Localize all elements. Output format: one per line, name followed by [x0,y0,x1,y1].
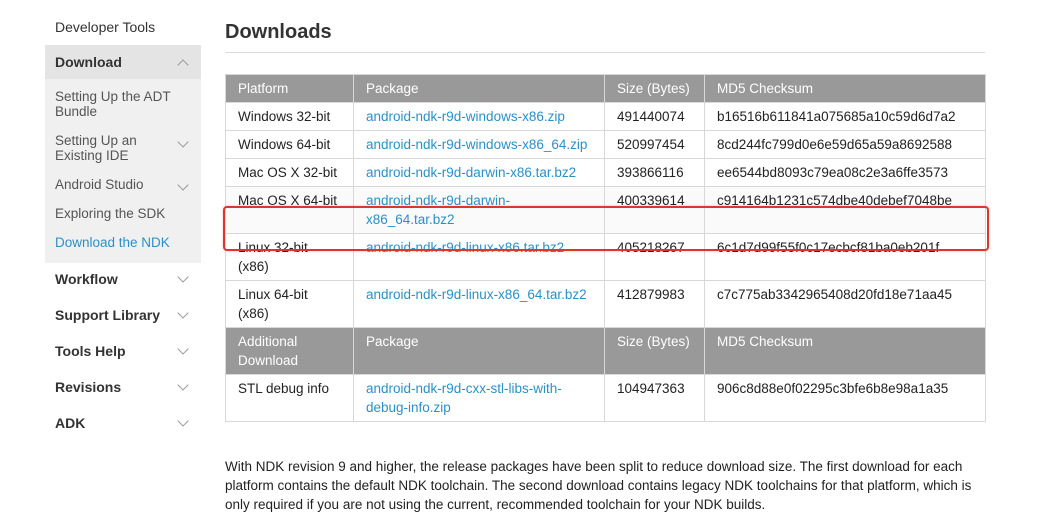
md5-cell: 906c8d88e0f02295c3bfe6b8e98a1a35 [704,374,986,422]
sidebar-item-tools-help[interactable]: Tools Help [45,336,201,368]
table-row: Linux 32-bit (x86) android-ndk-r9d-linux… [225,233,986,281]
sidebar-item-download[interactable]: Download [45,45,201,79]
column-header-size: Size (Bytes) [604,327,705,375]
chevron-down-icon[interactable] [177,379,189,391]
chevron-down-icon[interactable] [177,343,189,355]
table-row: STL debug info android-ndk-r9d-cxx-stl-l… [225,374,986,422]
column-header-platform: Platform [225,74,354,103]
table-row: Mac OS X 32-bit android-ndk-r9d-darwin-x… [225,158,986,187]
sidebar-nav: Developer Tools Download Setting Up the … [45,0,201,532]
sidebar-item-revisions[interactable]: Revisions [45,372,201,404]
sidebar-group-download: Download Setting Up the ADT Bundle Setti… [45,45,201,263]
table-header-row: Additional Download Package Size (Bytes)… [225,327,986,375]
sidebar-item-label: Revisions [55,379,122,395]
md5-cell: 6c1d7d99f55f0c17ecbcf81ba0eb201f [704,233,986,281]
release-note-text: With NDK revision 9 and higher, the rele… [225,459,972,512]
md5-cell: c914164b1231c574dbe40debef7048be [704,186,986,234]
table-row: Windows 32-bit android-ndk-r9d-windows-x… [225,102,986,131]
table-row: Linux 64-bit (x86) android-ndk-r9d-linux… [225,280,986,328]
title-divider [225,52,985,53]
platform-cell: Linux 64-bit (x86) [225,280,354,328]
sidebar-subitem-existing-ide[interactable]: Setting Up an Existing IDE [55,133,183,163]
column-header-additional-download: Additional Download [225,327,354,375]
package-link[interactable]: android-ndk-r9d-darwin-x86.tar.bz2 [353,158,605,187]
md5-cell: 8cd244fc799d0e6e59d65a59a8692588 [704,130,986,159]
size-cell: 104947363 [604,374,705,422]
column-header-md5: MD5 Checksum [704,327,986,375]
column-header-size: Size (Bytes) [604,74,705,103]
platform-cell: Linux 32-bit (x86) [225,233,354,281]
table-row: Mac OS X 64-bit android-ndk-r9d-darwin-x… [225,186,986,234]
sidebar-item-label: ADK [55,415,86,431]
sidebar-item-label: Tools Help [55,343,126,359]
sidebar-subitem-download-ndk[interactable]: Download the NDK [55,235,183,250]
column-header-package: Package [353,327,605,375]
column-header-package: Package [353,74,605,103]
sidebar-subitem-adt-bundle[interactable]: Setting Up the ADT Bundle [55,89,183,119]
platform-cell: Windows 32-bit [225,102,354,131]
page-title: Downloads [225,21,332,43]
chevron-down-icon[interactable] [177,415,189,427]
size-cell: 520997454 [604,130,705,159]
size-cell: 393866116 [604,158,705,187]
column-header-md5: MD5 Checksum [704,74,986,103]
table-header-row: Platform Package Size (Bytes) MD5 Checks… [225,74,986,103]
size-cell: 491440074 [604,102,705,131]
sidebar-item-label: Workflow [55,271,118,287]
sidebar-item-developer-tools[interactable]: Developer Tools [45,14,155,40]
platform-cell: Mac OS X 32-bit [225,158,354,187]
size-cell: 405218267 [604,233,705,281]
chevron-up-icon[interactable] [177,59,189,71]
package-link[interactable]: android-ndk-r9d-linux-x86.tar.bz2 [353,233,605,281]
platform-cell: Mac OS X 64-bit [225,186,354,234]
sidebar-item-label: Support Library [55,307,161,323]
sidebar-subitem-exploring-sdk[interactable]: Exploring the SDK [55,206,183,221]
package-link[interactable]: android-ndk-r9d-windows-x86.zip [353,102,605,131]
sidebar-item-support-library[interactable]: Support Library [45,300,201,332]
package-link[interactable]: android-ndk-r9d-linux-x86_64.tar.bz2 [353,280,605,328]
md5-cell: c7c775ab3342965408d20fd18e71aa45 [704,280,986,328]
package-link[interactable]: android-ndk-r9d-cxx-stl-libs-with-debug-… [353,374,605,422]
md5-cell: ee6544bd8093c79ea08c2e3a6ffe3573 [704,158,986,187]
sidebar-item-adk[interactable]: ADK [45,408,201,440]
sidebar-item-workflow[interactable]: Workflow [45,264,201,296]
package-link[interactable]: android-ndk-r9d-windows-x86_64.zip [353,130,605,159]
table-row: Windows 64-bit android-ndk-r9d-windows-x… [225,130,986,159]
md5-cell: b16516b611841a075685a10c59d6d7a2 [704,102,986,131]
chevron-down-icon[interactable] [177,307,189,319]
downloads-table: Platform Package Size (Bytes) MD5 Checks… [225,74,986,422]
platform-cell: STL debug info [225,374,354,422]
package-link[interactable]: android-ndk-r9d-darwin-x86_64.tar.bz2 [353,186,605,234]
sidebar-item-label: Download [55,54,122,70]
sidebar-subitem-android-studio[interactable]: Android Studio [55,177,183,192]
chevron-down-icon[interactable] [177,271,189,283]
size-cell: 400339614 [604,186,705,234]
platform-cell: Windows 64-bit [225,130,354,159]
size-cell: 412879983 [604,280,705,328]
